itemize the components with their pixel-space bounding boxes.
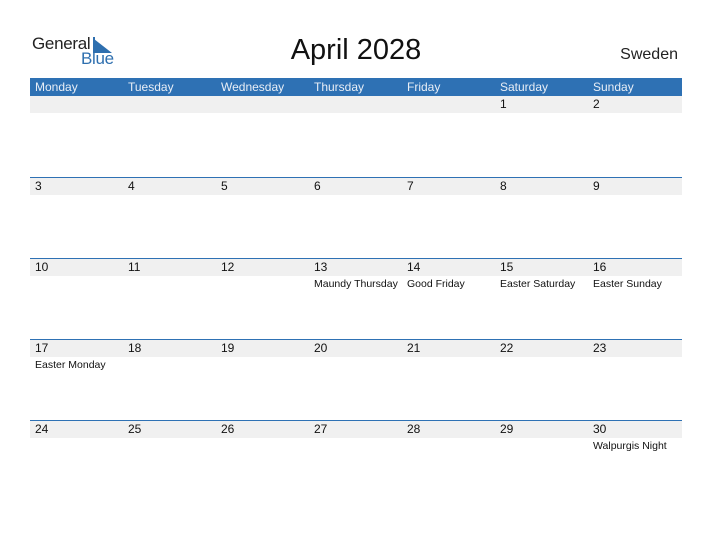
day-cell: 29 — [495, 421, 588, 502]
weekday-friday: Friday — [407, 80, 441, 94]
holiday-label: Easter Monday — [35, 359, 106, 371]
day-number: 4 — [128, 179, 135, 193]
day-cell: 22 — [495, 340, 588, 421]
day-cell: 4 — [123, 178, 216, 259]
day-number: 23 — [593, 341, 607, 355]
weekday-monday: Monday — [35, 80, 78, 94]
weekday-thursday: Thursday — [314, 80, 365, 94]
day-number: 12 — [221, 260, 235, 274]
day-cell — [216, 96, 309, 177]
day-cell: 10 — [30, 259, 123, 340]
day-cell: 14 Good Friday — [402, 259, 495, 340]
day-cell: 11 — [123, 259, 216, 340]
day-cell: 16 Easter Sunday — [588, 259, 681, 340]
day-cell: 12 — [216, 259, 309, 340]
day-cell — [123, 96, 216, 177]
day-cell: 5 — [216, 178, 309, 259]
day-number: 13 — [314, 260, 328, 274]
day-number: 3 — [35, 179, 42, 193]
holiday-label: Easter Saturday — [500, 278, 576, 290]
day-cell: 20 — [309, 340, 402, 421]
day-cell — [309, 96, 402, 177]
country-label: Sweden — [620, 46, 678, 63]
day-number: 25 — [128, 422, 142, 436]
day-cell: 7 — [402, 178, 495, 259]
day-number: 29 — [500, 422, 514, 436]
day-cell: 19 — [216, 340, 309, 421]
day-number: 26 — [221, 422, 235, 436]
holiday-label: Good Friday — [407, 278, 465, 290]
week-row: 17 Easter Monday 18 19 20 21 22 23 — [30, 339, 682, 421]
day-cell: 9 — [588, 178, 681, 259]
day-cell: 1 — [495, 96, 588, 177]
day-cell: 30 Walpurgis Night — [588, 421, 681, 502]
weekday-header: Monday Tuesday Wednesday Thursday Friday… — [30, 78, 682, 96]
week-row: 12 — [30, 96, 682, 177]
day-cell: 18 — [123, 340, 216, 421]
day-number: 28 — [407, 422, 421, 436]
day-number: 24 — [35, 422, 49, 436]
day-number: 6 — [314, 179, 321, 193]
day-number: 27 — [314, 422, 328, 436]
holiday-label: Maundy Thursday — [314, 278, 398, 290]
holiday-label: Easter Sunday — [593, 278, 662, 290]
day-cell: 26 — [216, 421, 309, 502]
weekday-wednesday: Wednesday — [221, 80, 285, 94]
week-row: 3 4 5 6 7 8 9 — [30, 177, 682, 259]
day-number: 22 — [500, 341, 514, 355]
weekday-tuesday: Tuesday — [128, 80, 174, 94]
day-cell: 27 — [309, 421, 402, 502]
day-number: 11 — [128, 260, 141, 274]
day-cell: 28 — [402, 421, 495, 502]
day-number: 8 — [500, 179, 507, 193]
day-cell — [30, 96, 123, 177]
weekday-sunday: Sunday — [593, 80, 634, 94]
holiday-label: Walpurgis Night — [593, 440, 667, 452]
day-number: 2 — [593, 97, 600, 111]
day-cell: 6 — [309, 178, 402, 259]
day-cell: 21 — [402, 340, 495, 421]
day-number: 17 — [35, 341, 49, 355]
week-row: 10 11 12 13 Maundy Thursday 14 Good Friday 15 Ea… — [30, 258, 682, 340]
day-number: 7 — [407, 179, 414, 193]
day-number: 15 — [500, 260, 514, 274]
day-number: 1 — [500, 97, 507, 111]
day-number: 10 — [35, 260, 49, 274]
calendar-title: April 2028 — [290, 34, 422, 66]
day-number: 19 — [221, 341, 235, 355]
day-number: 18 — [128, 341, 142, 355]
day-number: 30 — [593, 422, 607, 436]
day-number: 5 — [221, 179, 228, 193]
day-cell: 24 — [30, 421, 123, 502]
day-cell: 15 Easter Saturday — [495, 259, 588, 340]
day-cell: 13 Maundy Thursday — [309, 259, 402, 340]
day-number: 9 — [593, 179, 600, 193]
day-number: 14 — [407, 260, 421, 274]
day-cell: 23 — [588, 340, 681, 421]
day-cell: 8 — [495, 178, 588, 259]
day-number: 20 — [314, 341, 328, 355]
day-number: 16 — [593, 260, 607, 274]
weekday-saturday: Saturday — [500, 80, 549, 94]
day-cell: 17 Easter Monday — [30, 340, 123, 421]
day-cell: 3 — [30, 178, 123, 259]
day-number: 21 — [407, 341, 421, 355]
week-row: 24 25 26 27 28 29 30 Walpurgis Night — [30, 420, 682, 502]
day-cell: 25 — [123, 421, 216, 502]
day-cell — [402, 96, 495, 177]
day-cell: 2 — [588, 96, 681, 177]
